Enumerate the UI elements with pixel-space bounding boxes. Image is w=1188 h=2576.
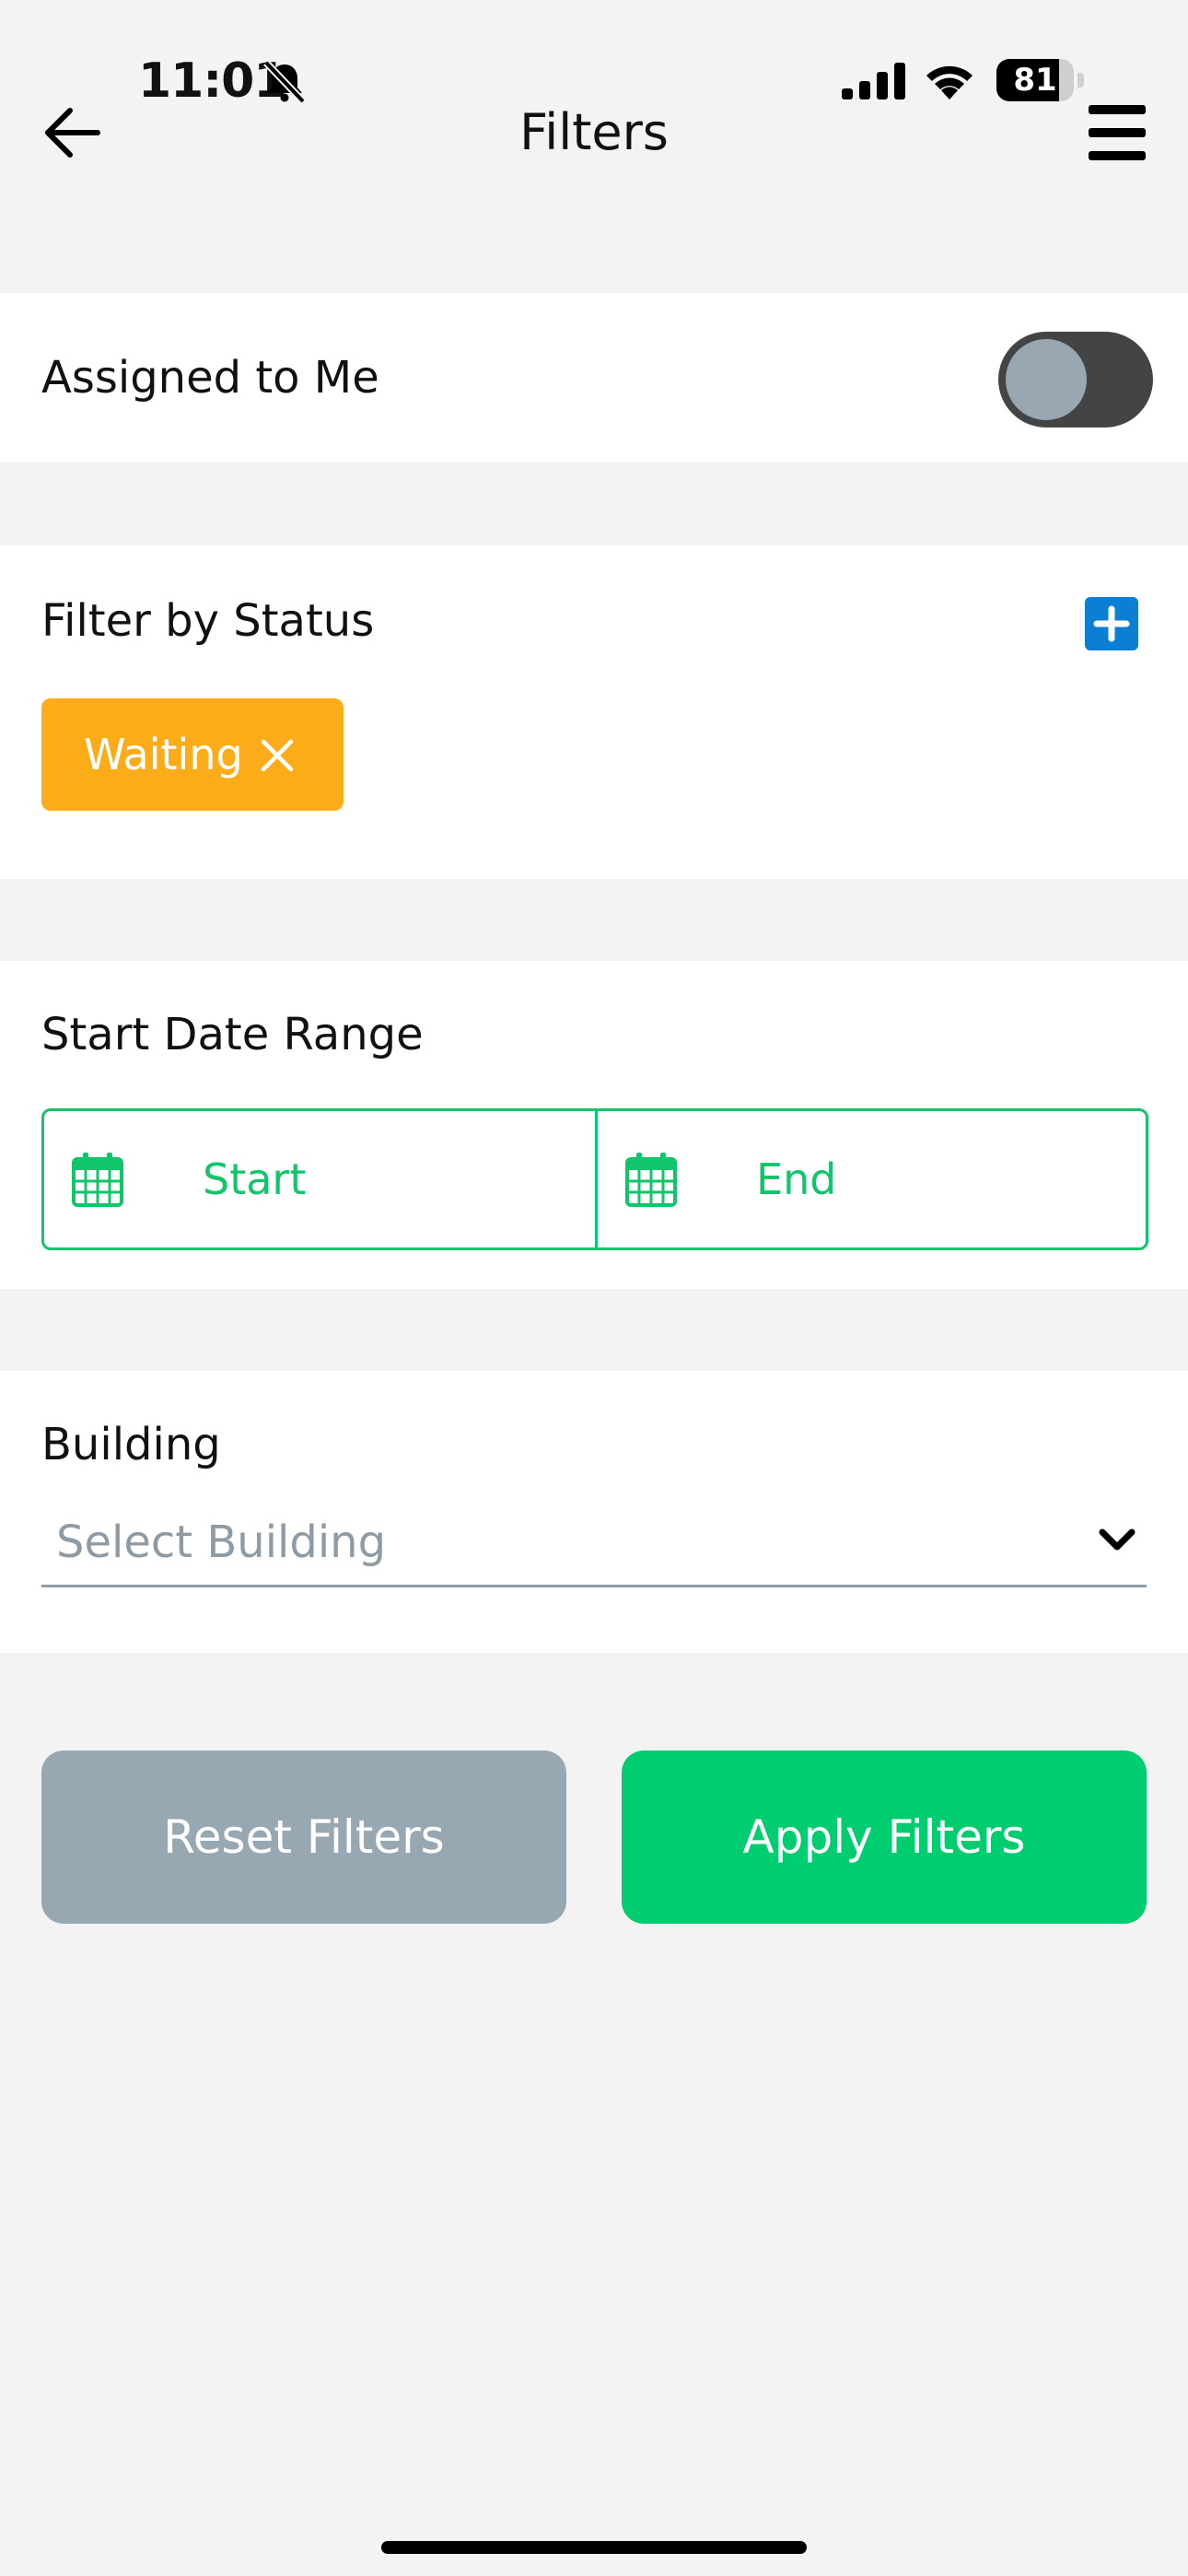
building-select-placeholder: Select Building bbox=[56, 1516, 387, 1568]
building-select[interactable]: Select Building bbox=[41, 1500, 1147, 1587]
battery-indicator: 81 bbox=[996, 59, 1085, 101]
assigned-label: Assigned to Me bbox=[41, 352, 379, 404]
status-chip-label: Waiting bbox=[84, 730, 243, 779]
status-filter-label: Filter by Status bbox=[41, 595, 375, 647]
start-date-label: Start bbox=[203, 1154, 307, 1204]
calendar-icon bbox=[72, 1153, 123, 1207]
add-status-plus-icon[interactable] bbox=[1085, 597, 1138, 650]
menu-bar-bottom bbox=[1089, 151, 1146, 160]
home-indicator[interactable] bbox=[381, 2541, 807, 2554]
building-section: Building Select Building bbox=[0, 1371, 1188, 1653]
battery-level: 81 bbox=[1013, 62, 1057, 99]
reset-filters-button[interactable]: Reset Filters bbox=[41, 1751, 566, 1924]
assigned-toggle[interactable] bbox=[998, 332, 1153, 427]
status-filter-section: Filter by Status Waiting bbox=[0, 545, 1188, 879]
end-date-field[interactable]: End bbox=[598, 1111, 1148, 1247]
date-range-picker: Start End bbox=[41, 1108, 1148, 1250]
chevron-down-icon bbox=[1099, 1528, 1136, 1551]
date-range-section: Start Date Range Start End bbox=[0, 961, 1188, 1289]
calendar-icon bbox=[625, 1153, 677, 1207]
apply-filters-button[interactable]: Apply Filters bbox=[622, 1751, 1147, 1924]
end-date-label: End bbox=[756, 1154, 837, 1204]
status-chip-waiting: Waiting bbox=[41, 698, 344, 811]
page-title: Filters bbox=[519, 103, 669, 161]
assigned-section: Assigned to Me bbox=[0, 293, 1188, 463]
start-date-field[interactable]: Start bbox=[44, 1111, 595, 1247]
battery-cap bbox=[1077, 73, 1084, 88]
bell-muted-icon bbox=[263, 61, 306, 103]
building-label: Building bbox=[41, 1419, 221, 1470]
toggle-knob bbox=[1006, 339, 1087, 420]
menu-bar-middle bbox=[1089, 128, 1146, 137]
wifi-icon bbox=[926, 65, 973, 100]
hamburger-menu-icon[interactable] bbox=[1085, 101, 1151, 164]
cellular-signal-icon bbox=[842, 63, 905, 100]
close-icon[interactable] bbox=[259, 737, 296, 774]
date-range-label: Start Date Range bbox=[41, 1009, 424, 1060]
menu-bar-top bbox=[1089, 105, 1146, 114]
